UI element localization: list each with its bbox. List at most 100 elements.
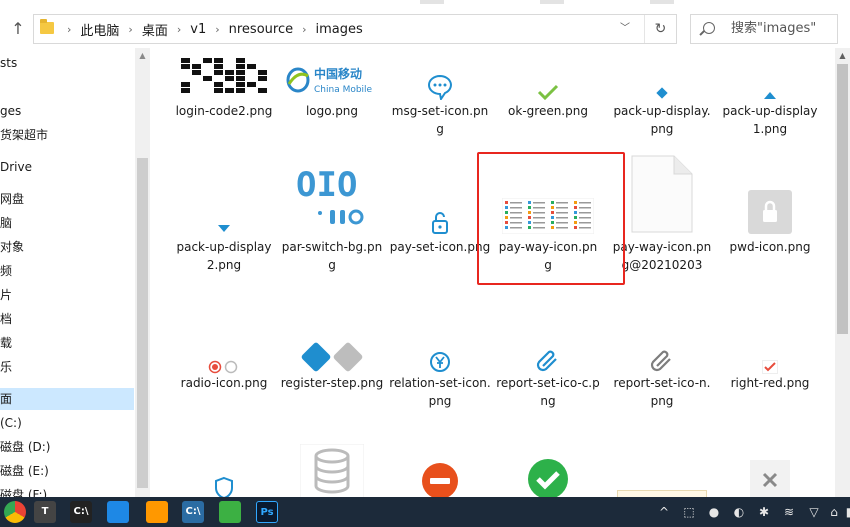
file-name: register-step.png bbox=[280, 376, 384, 390]
search-placeholder: 搜索"images" bbox=[731, 21, 817, 36]
photoshop-icon[interactable]: Ps bbox=[256, 501, 278, 523]
sidebar-item[interactable]: 载 bbox=[0, 332, 134, 354]
scroll-up-icon[interactable]: ▲ bbox=[135, 48, 150, 63]
file-name: pack-up-display1.png bbox=[722, 104, 818, 136]
tray-icon[interactable]: ● bbox=[705, 503, 723, 521]
file-name: pwd-icon.png bbox=[729, 240, 811, 254]
address-bar[interactable]: › 此电脑 › 桌面 › v1 › nresource › images ﹀ ↻ bbox=[33, 14, 677, 44]
sidebar-item[interactable]: 磁盘 (F:) bbox=[0, 484, 134, 497]
file-name: pack-up-display.png bbox=[613, 104, 711, 136]
up-arrow-icon[interactable]: ↑ bbox=[8, 18, 28, 40]
diamonds-icon bbox=[278, 340, 386, 374]
tri-down-icon bbox=[170, 148, 278, 234]
breadcrumb-item[interactable]: 此电脑 bbox=[80, 20, 119, 39]
sidebar-item[interactable]: 乐 bbox=[0, 356, 134, 378]
file-name: relation-set-icon.png bbox=[389, 376, 491, 408]
navigation-pane: sts ges 货架超市 Drive 网盘脑对象频片档载乐面 (C:) 磁盘 (D:) 磁盘 … bbox=[0, 48, 150, 497]
shield-icon bbox=[170, 440, 278, 497]
relation-icon bbox=[386, 340, 494, 374]
chevron-right-icon[interactable]: › bbox=[302, 23, 306, 36]
typora-icon[interactable]: T bbox=[34, 501, 56, 523]
breadcrumb-item[interactable]: nresource bbox=[229, 22, 293, 37]
tray-icon[interactable]: ▮ bbox=[840, 503, 850, 521]
sidebar-item[interactable]: 档 bbox=[0, 308, 134, 330]
sidebar-scrollbar[interactable]: ▲ bbox=[135, 48, 150, 497]
address-row: ↑ › 此电脑 › 桌面 › v1 › nresource › images ﹀ ↻ 搜索"ima… bbox=[0, 12, 850, 46]
stop-icon bbox=[386, 440, 494, 497]
chevron-right-icon[interactable]: › bbox=[128, 23, 132, 36]
check-icon bbox=[494, 48, 602, 100]
vscode-icon[interactable] bbox=[107, 501, 129, 523]
main-scrollbar[interactable]: ▲ bbox=[835, 48, 850, 497]
main-scroll-thumb[interactable] bbox=[837, 64, 848, 334]
diamond-icon bbox=[608, 48, 716, 100]
tray-icon[interactable]: ◐ bbox=[730, 503, 748, 521]
file-name: par-switch-bg.png bbox=[281, 240, 383, 272]
lock-blue-icon bbox=[386, 148, 494, 234]
svg-text:OIO: OIO bbox=[296, 165, 357, 205]
qr-icon bbox=[170, 48, 278, 100]
file-name: pay-way-icon.png bbox=[498, 240, 598, 272]
chevron-right-icon[interactable]: › bbox=[215, 23, 219, 36]
file-grid: login-code2.png 中国移动 China Mobile logo.pn… bbox=[150, 48, 835, 497]
sidebar-item[interactable]: 磁盘 (E:) bbox=[0, 460, 134, 482]
taskbar: T C:\ C:\ Ps ^ ⬚ ● ◐ ✱ ≋ ▽ ⌂ ▮ bbox=[0, 497, 850, 527]
file-name: report-set-ico-n.png bbox=[613, 376, 711, 408]
sidebar-item[interactable]: 脑 bbox=[0, 212, 134, 234]
sublime-icon[interactable] bbox=[146, 501, 168, 523]
file-explorer-window: ↑ › 此电脑 › 桌面 › v1 › nresource › images ﹀ ↻ 搜索"ima… bbox=[0, 0, 850, 497]
chevron-right-icon[interactable]: › bbox=[67, 23, 71, 36]
wechat-icon[interactable] bbox=[219, 501, 241, 523]
msg-icon bbox=[386, 48, 494, 100]
file-name: ok-green.png bbox=[508, 104, 588, 118]
sidebar-scroll-thumb[interactable] bbox=[137, 158, 148, 488]
tray-icon[interactable]: ✱ bbox=[755, 503, 773, 521]
file-name: right-red.png bbox=[730, 376, 810, 390]
breadcrumb-item[interactable]: 桌面 bbox=[142, 20, 168, 39]
china-mobile-icon: 中国移动 China Mobile bbox=[278, 48, 386, 100]
svg-text:China Mobile: China Mobile bbox=[314, 85, 373, 95]
ribbon-edge bbox=[0, 0, 850, 8]
clip-gray-icon bbox=[608, 340, 716, 374]
check-red-icon bbox=[716, 340, 824, 374]
scroll-up-icon[interactable]: ▲ bbox=[835, 48, 850, 63]
sidebar-item[interactable]: 货架超市 bbox=[0, 124, 134, 146]
sidebar-item[interactable]: 片 bbox=[0, 284, 134, 306]
clip-blue-icon bbox=[494, 340, 602, 374]
search-input[interactable]: 搜索"images" bbox=[690, 14, 838, 44]
tray-icon[interactable]: ▽ bbox=[805, 503, 823, 521]
tray-icon[interactable]: ⬚ bbox=[680, 503, 698, 521]
radio-icon bbox=[170, 340, 278, 374]
terminal-icon[interactable]: C:\ bbox=[182, 501, 204, 523]
chevron-right-icon[interactable]: › bbox=[177, 23, 181, 36]
file-name: pack-up-display2.png bbox=[176, 240, 272, 272]
sidebar-item[interactable]: (C:) bbox=[0, 412, 134, 434]
refresh-icon[interactable]: ↻ bbox=[644, 15, 676, 43]
sidebar-item[interactable]: 面 bbox=[0, 388, 134, 410]
chrome-icon[interactable] bbox=[4, 501, 26, 523]
file-name: msg-set-icon.png bbox=[391, 104, 489, 136]
sidebar-item[interactable]: ges bbox=[0, 100, 134, 122]
breadcrumb: › 此电脑 › 桌面 › v1 › nresource › images bbox=[58, 15, 363, 43]
cmd-icon[interactable]: C:\ bbox=[70, 501, 92, 523]
tri-up-icon bbox=[716, 48, 824, 100]
folder-icon bbox=[40, 19, 54, 34]
sidebar-item[interactable]: 频 bbox=[0, 260, 134, 282]
tray-icon[interactable]: ^ bbox=[655, 503, 673, 521]
sidebar-item[interactable]: 网盘 bbox=[0, 188, 134, 210]
paper-icon bbox=[608, 440, 716, 497]
breadcrumb-item[interactable]: v1 bbox=[190, 22, 206, 37]
search-icon bbox=[703, 22, 715, 34]
breadcrumb-item[interactable]: images bbox=[316, 22, 363, 37]
file-name: login-code2.png bbox=[175, 104, 273, 118]
blank-doc-icon bbox=[608, 148, 716, 234]
chevron-down-icon[interactable]: ﹀ bbox=[614, 15, 636, 43]
sidebar-item[interactable]: 对象 bbox=[0, 236, 134, 258]
file-name: pay-way-icon.png@20210203 bbox=[612, 240, 712, 272]
sidebar-item[interactable]: 磁盘 (D:) bbox=[0, 436, 134, 458]
sidebar-item[interactable]: Drive bbox=[0, 156, 134, 178]
sidebar-item[interactable]: sts bbox=[0, 52, 134, 74]
tray-icon[interactable]: ≋ bbox=[780, 503, 798, 521]
file-name: radio-icon.png bbox=[180, 376, 268, 390]
x-gray-icon bbox=[716, 440, 824, 497]
